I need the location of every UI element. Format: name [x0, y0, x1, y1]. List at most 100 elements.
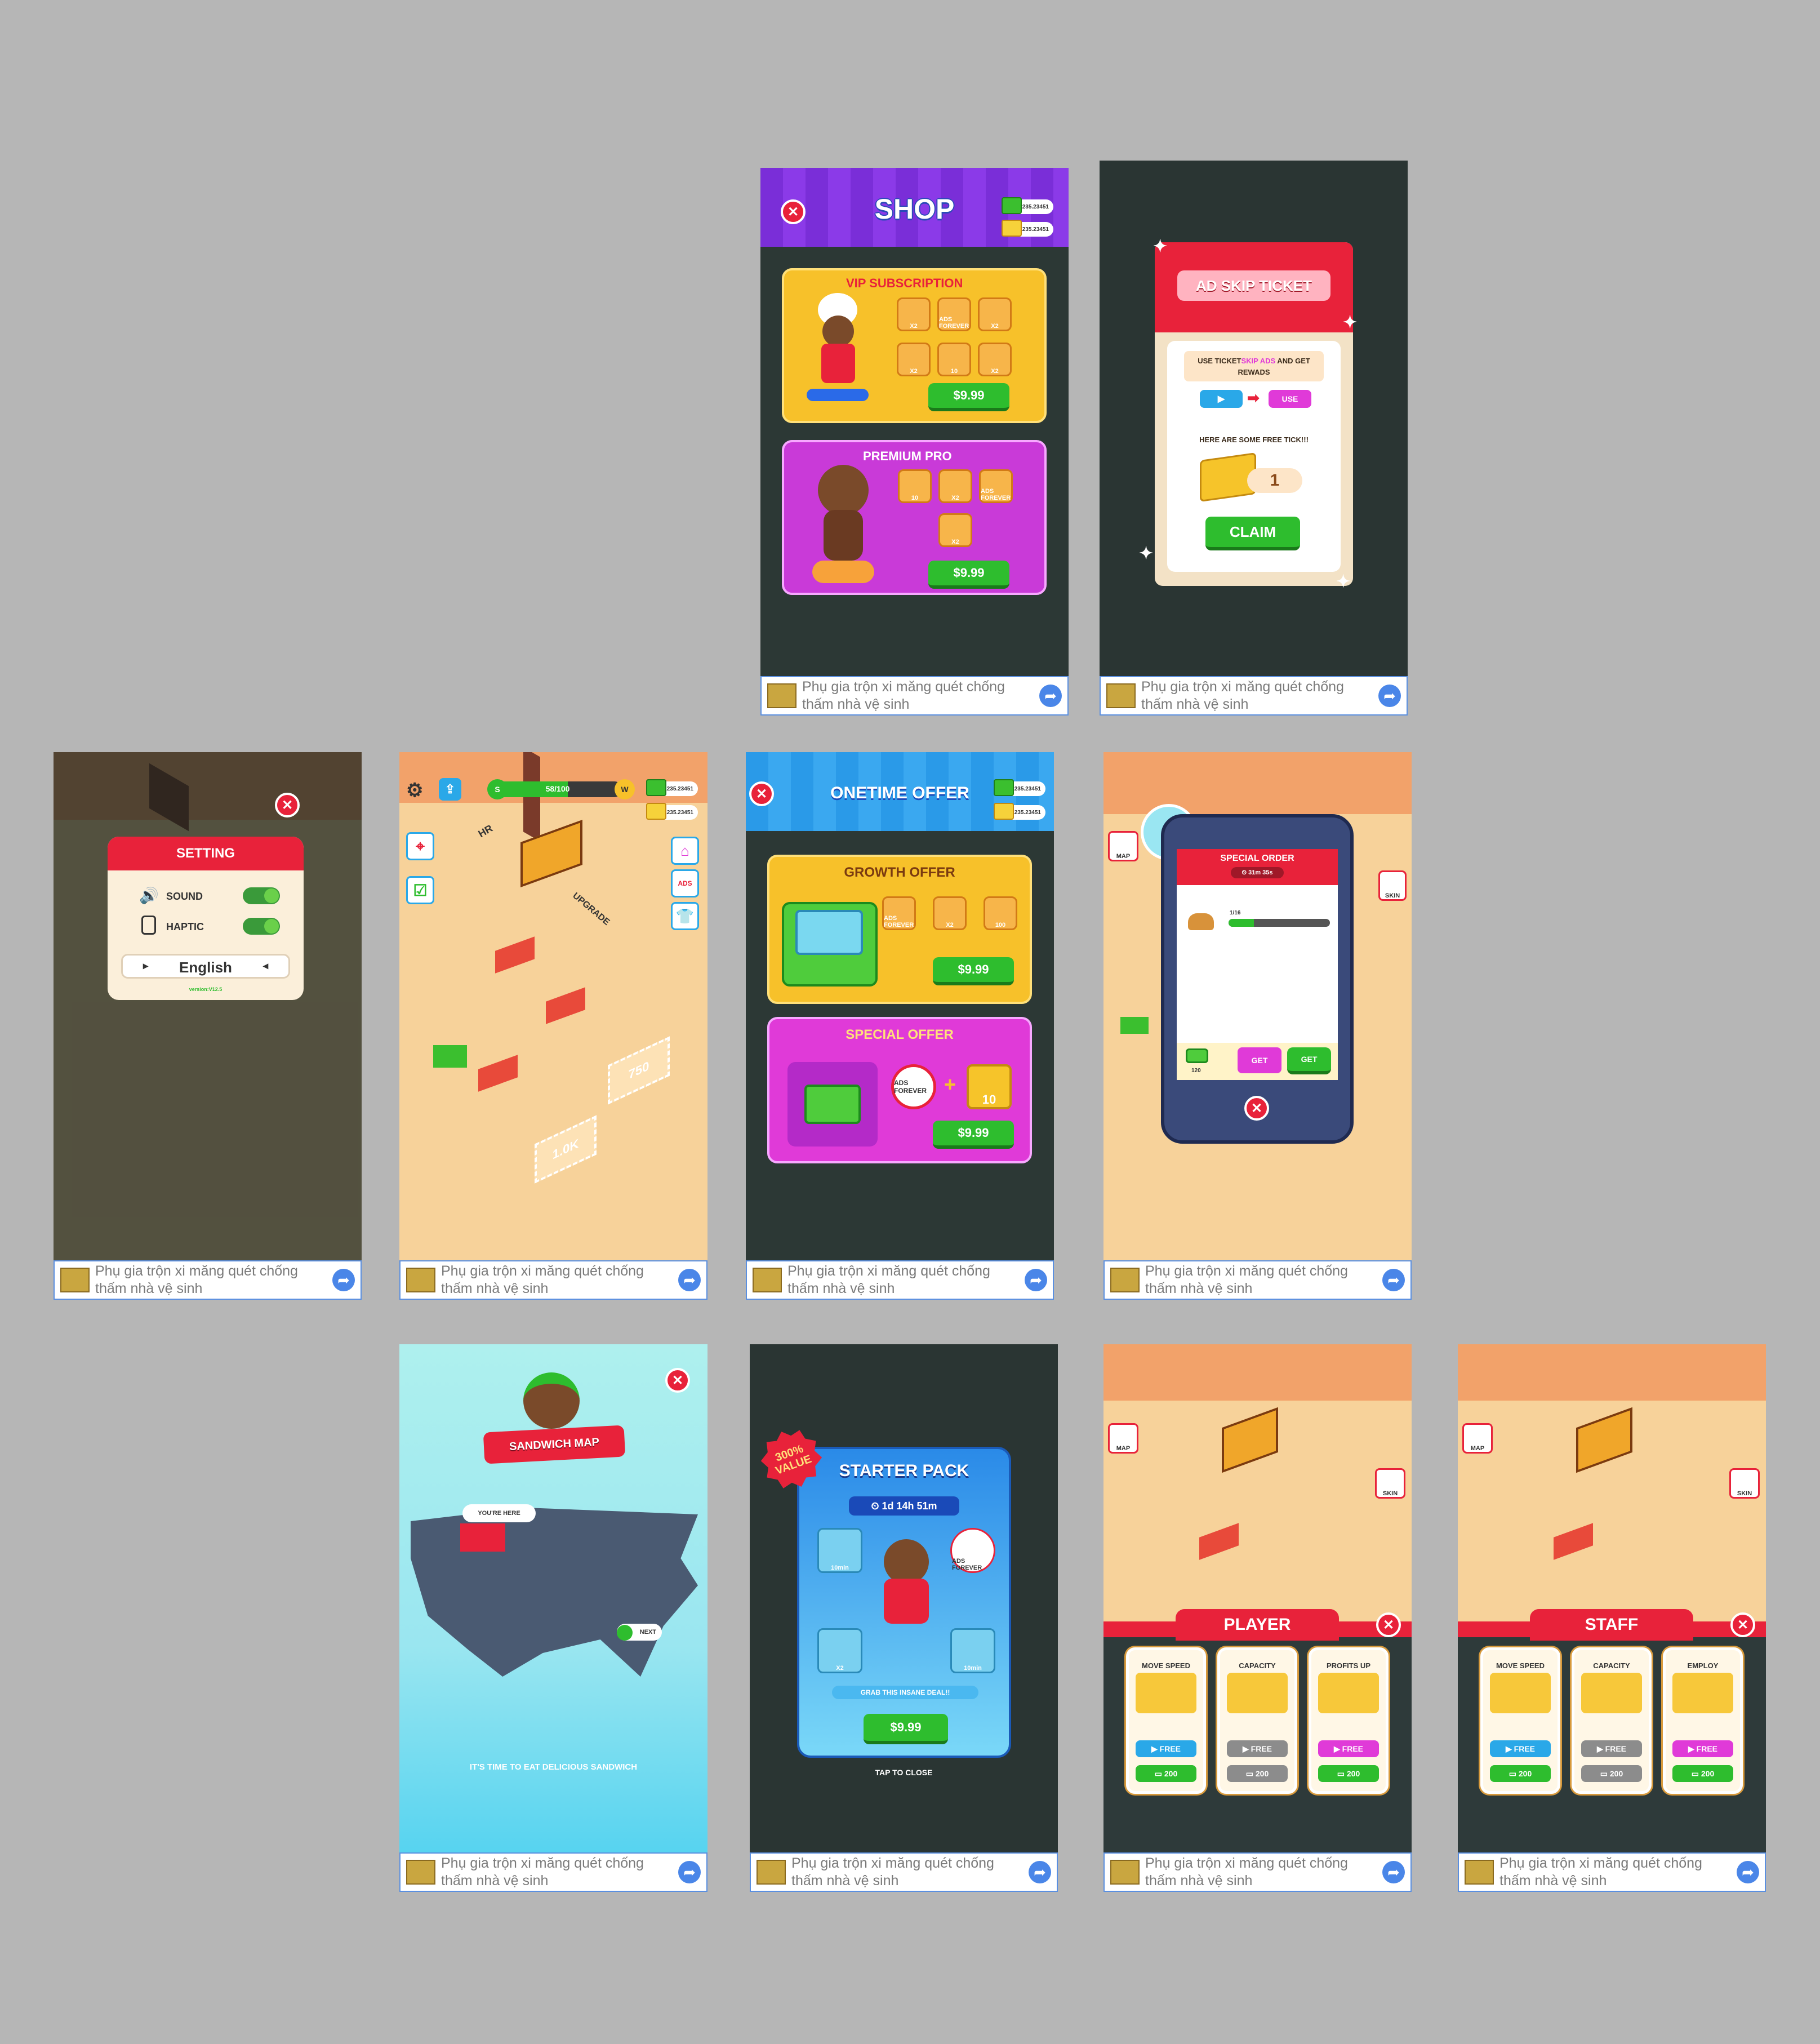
- premium-item-no-ads: ADS FOREVER: [979, 469, 1013, 503]
- special-offer-card[interactable]: SPECIAL OFFER ADS FOREVER + 10 $9.99: [767, 1017, 1032, 1163]
- cash-stack-icon: [787, 1062, 878, 1147]
- vip-buy-button[interactable]: $9.99: [928, 383, 1009, 411]
- map-message: IT'S TIME TO EAT DELICIOUS SANDWICH: [469, 1762, 638, 1772]
- version-text: version:V12.5: [189, 987, 223, 992]
- ad-open-icon[interactable]: ➦: [332, 1269, 355, 1291]
- premium-card[interactable]: PREMIUM PRO 10 X2 ADS FOREVER X2 $9.99: [782, 440, 1047, 595]
- starter-buy-button[interactable]: $9.99: [864, 1714, 948, 1744]
- ad-banner[interactable]: Phụ gia trộn xi măng quét chống thấm nhà …: [399, 1260, 707, 1300]
- order-timer: ⏲ 31m 35s: [1231, 867, 1284, 878]
- close-icon[interactable]: ✕: [1730, 1612, 1755, 1637]
- growth-title: GROWTH OFFER: [844, 865, 955, 880]
- upgrade-cost-button[interactable]: ▭ 200: [1672, 1765, 1733, 1782]
- growth-buy-button[interactable]: $9.99: [933, 957, 1014, 985]
- ad-open-icon[interactable]: ➦: [1382, 1269, 1405, 1291]
- upgrade-free-button[interactable]: ▶ FREE: [1490, 1740, 1551, 1757]
- starter-panel[interactable]: STARTER PACK ⏲ 1d 14h 51m 10min ADS FORE…: [797, 1447, 1011, 1758]
- sound-toggle[interactable]: [243, 887, 280, 904]
- upgrade-free-button[interactable]: ▶ FREE: [1136, 1740, 1196, 1757]
- upgrade-card[interactable]: EMPLOY ▶ FREE ▭ 200: [1663, 1647, 1743, 1794]
- ad-banner[interactable]: Phụ gia trộn xi măng quét chống thấm nhà …: [1103, 1260, 1412, 1300]
- cash-case-icon: [782, 902, 878, 987]
- build-tile-750[interactable]: 750: [608, 1036, 670, 1105]
- tap-to-close[interactable]: TAP TO CLOSE: [750, 1768, 1058, 1777]
- you-are-here-marker[interactable]: YOU'RE HERE: [462, 1504, 536, 1522]
- upgrade-cost-button[interactable]: ▭ 200: [1490, 1765, 1551, 1782]
- ad-open-icon[interactable]: ➦: [1382, 1861, 1405, 1883]
- skin-button[interactable]: SKIN: [1729, 1468, 1760, 1499]
- premium-buy-button[interactable]: $9.99: [928, 561, 1009, 589]
- map-button[interactable]: MAP: [1108, 1423, 1138, 1454]
- ad-banner[interactable]: Phụ gia trộn xi măng quét chống thấm nhà …: [1100, 676, 1408, 716]
- close-icon[interactable]: ✕: [1376, 1612, 1401, 1637]
- language-selector[interactable]: ▸ English ◂: [121, 954, 290, 979]
- ad-banner[interactable]: Phụ gia trộn xi măng quét chống thấm nhà …: [750, 1852, 1058, 1892]
- plus-icon: +: [944, 1073, 956, 1096]
- ad-banner[interactable]: Phụ gia trộn xi măng quét chống thấm nhà …: [1103, 1852, 1412, 1892]
- close-icon[interactable]: ✕: [275, 793, 300, 817]
- ad-open-icon[interactable]: ➦: [678, 1861, 701, 1883]
- close-icon[interactable]: ✕: [1244, 1096, 1269, 1121]
- upgrade-card[interactable]: CAPACITY ▶ FREE ▭ 200: [1572, 1647, 1652, 1794]
- gear-icon[interactable]: ⚙: [406, 779, 423, 802]
- ad-banner[interactable]: Phụ gia trộn xi măng quét chống thấm nhà …: [1458, 1852, 1766, 1892]
- upgrade-free-button[interactable]: ▶ FREE: [1318, 1740, 1379, 1757]
- caret-right-icon[interactable]: ◂: [263, 960, 268, 972]
- upgrade-cost-button[interactable]: ▭ 200: [1227, 1765, 1288, 1782]
- next-dot: [617, 1625, 633, 1641]
- upgrade-free-button[interactable]: ▶ FREE: [1227, 1740, 1288, 1757]
- arrow-right-icon: ➡: [1247, 389, 1260, 406]
- cashier-counter: [1576, 1407, 1632, 1473]
- haptic-toggle[interactable]: [243, 918, 280, 935]
- ad-open-icon[interactable]: ➦: [1378, 685, 1401, 707]
- upgrade-card[interactable]: MOVE SPEED ▶ FREE ▭ 200: [1126, 1647, 1206, 1794]
- build-tile-1k[interactable]: 1.0K: [535, 1115, 597, 1184]
- upgrade-card[interactable]: PROFITS UP ▶ FREE ▭ 200: [1309, 1647, 1389, 1794]
- upgrade-cost-button[interactable]: ▭ 200: [1318, 1765, 1379, 1782]
- upgrade-cost-button[interactable]: ▭ 200: [1581, 1765, 1642, 1782]
- skin-button[interactable]: SKIN: [1378, 870, 1407, 901]
- use-ticket-chip: USE: [1269, 390, 1311, 408]
- no-ads-icon[interactable]: ADS: [671, 869, 699, 897]
- upgrade-free-button[interactable]: ▶ FREE: [1581, 1740, 1642, 1757]
- claim-button[interactable]: CLAIM: [1205, 517, 1300, 550]
- ad-banner[interactable]: Phụ gia trộn xi măng quét chống thấm nhà …: [54, 1260, 362, 1300]
- get-with-ticket-button[interactable]: GET: [1238, 1047, 1281, 1073]
- shirt-icon[interactable]: 👕: [671, 902, 699, 930]
- map-button[interactable]: MAP: [1108, 831, 1138, 861]
- vip-card[interactable]: VIP SUBSCRIPTION X2 ADS FOREVER X2 X2 10…: [782, 268, 1047, 423]
- map-title: SANDWICH MAP: [509, 1436, 600, 1453]
- ad-open-icon[interactable]: ➦: [1025, 1269, 1047, 1291]
- growth-offer-card[interactable]: GROWTH OFFER ADS FOREVER X2 100 $9.99: [767, 855, 1032, 1004]
- ad-open-icon[interactable]: ➦: [1029, 1861, 1051, 1883]
- skin-button[interactable]: SKIN: [1375, 1468, 1405, 1499]
- special-buy-button[interactable]: $9.99: [933, 1121, 1014, 1149]
- upgrade-card[interactable]: MOVE SPEED ▶ FREE ▭ 200: [1480, 1647, 1560, 1794]
- starter-item-cash-x2: X2: [817, 1628, 862, 1673]
- map-pin-icon[interactable]: ⌖: [406, 832, 434, 860]
- upgrade-card[interactable]: CAPACITY ▶ FREE ▭ 200: [1217, 1647, 1297, 1794]
- shop-icon[interactable]: ⌂: [671, 837, 699, 865]
- ad-open-icon[interactable]: ➦: [678, 1269, 701, 1291]
- ticket-icon: [994, 803, 1014, 820]
- upgrade-cost-button[interactable]: ▭ 200: [1136, 1765, 1196, 1782]
- map-button[interactable]: MAP: [1462, 1423, 1493, 1454]
- vip-item-no-ads: ADS FOREVER: [937, 297, 971, 331]
- checklist-icon[interactable]: ☑: [406, 876, 434, 904]
- ad-thumbnail: [60, 1268, 90, 1292]
- ad-thumbnail: [757, 1860, 786, 1885]
- sound-label: SOUND: [166, 891, 203, 902]
- sparkle-icon: ✦: [1343, 313, 1358, 332]
- close-icon[interactable]: ✕: [665, 1368, 690, 1393]
- ticket-icon: [646, 803, 666, 820]
- ad-open-icon[interactable]: ➦: [1039, 685, 1062, 707]
- upgrade-illustration: [1318, 1673, 1379, 1713]
- get-button[interactable]: GET: [1287, 1047, 1331, 1074]
- ad-banner[interactable]: Phụ gia trộn xi măng quét chống thấm nhà …: [746, 1260, 1054, 1300]
- ad-banner[interactable]: Phụ gia trộn xi măng quét chống thấm nhà …: [760, 676, 1069, 716]
- ad-open-icon[interactable]: ➦: [1737, 1861, 1759, 1883]
- ticket-counter: 1235.23451: [646, 803, 698, 820]
- ad-banner[interactable]: Phụ gia trộn xi măng quét chống thấm nhà …: [399, 1852, 707, 1892]
- share-icon[interactable]: ⇪: [439, 778, 461, 801]
- upgrade-free-button[interactable]: ▶ FREE: [1672, 1740, 1733, 1757]
